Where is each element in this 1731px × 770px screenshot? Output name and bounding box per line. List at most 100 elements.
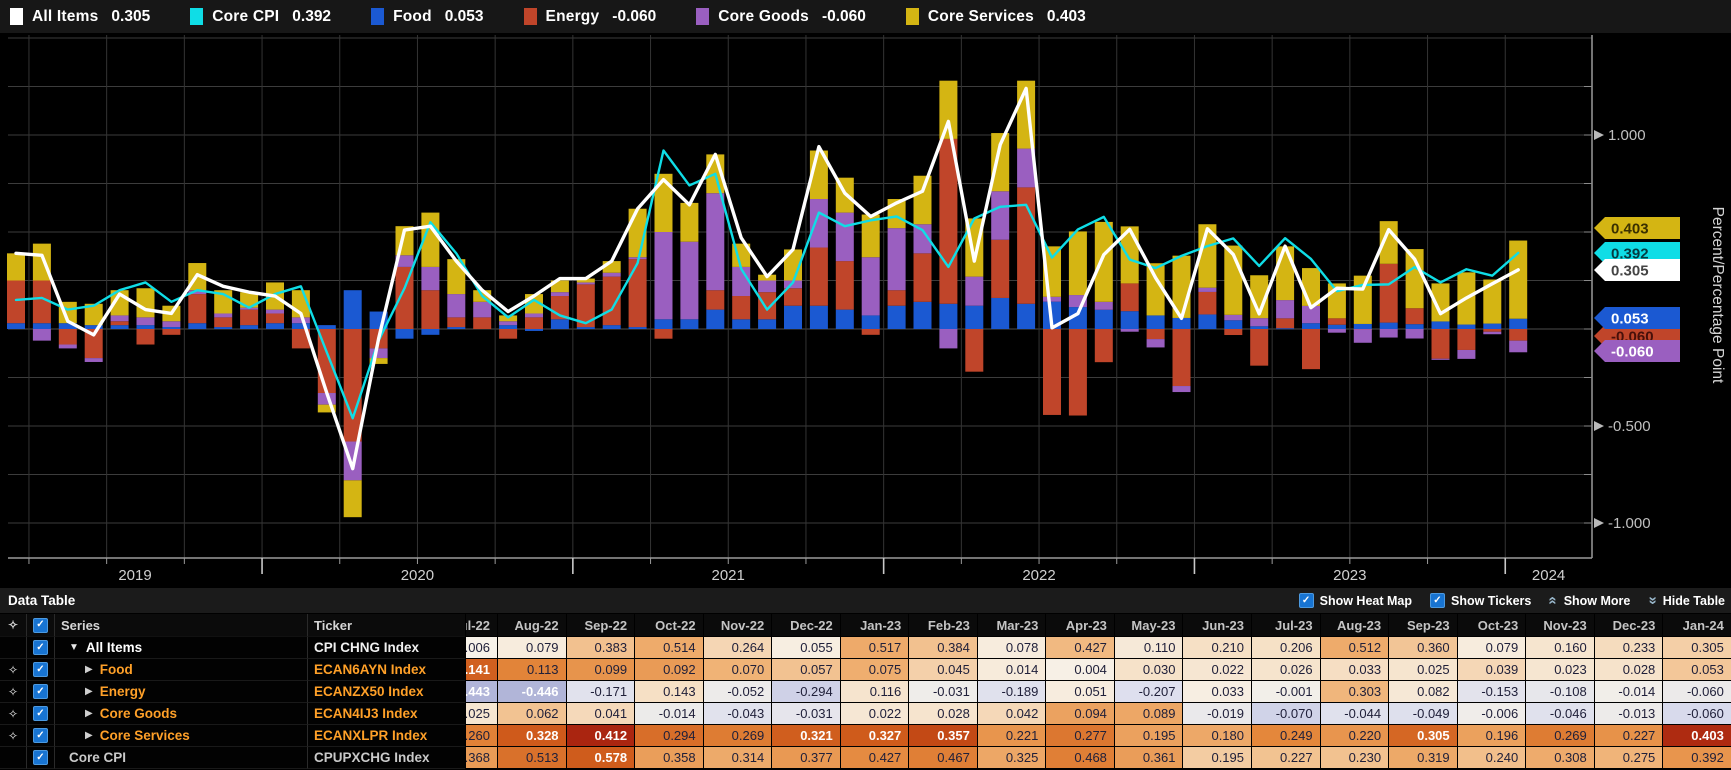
legend-label: Food bbox=[393, 8, 432, 26]
x-axis-year-label: 2019 bbox=[118, 567, 151, 584]
heat-cell-value: 0.025 bbox=[465, 703, 490, 724]
row-visibility-checkbox[interactable]: ✓ bbox=[33, 706, 48, 721]
series-cell-core-goods[interactable]: ▶Core Goods bbox=[54, 703, 307, 725]
month-column-header[interactable]: Dec-23 bbox=[1594, 614, 1663, 637]
month-column-header[interactable]: Mar-23 bbox=[977, 614, 1046, 637]
data-table-title: Data Table bbox=[8, 593, 75, 608]
collapsed-arrow-icon[interactable]: ▶ bbox=[85, 708, 93, 719]
heat-cell-value: 0.075 bbox=[869, 659, 902, 680]
heat-cell-value: 0.110 bbox=[1144, 637, 1176, 658]
heat-cell: 0.089 bbox=[1114, 703, 1183, 725]
bar-segment-core-goods bbox=[473, 302, 491, 318]
month-column-header[interactable]: Oct-22 bbox=[634, 614, 703, 637]
legend-label: Energy bbox=[546, 8, 600, 26]
month-column-header-label: Jul-23 bbox=[1275, 614, 1313, 636]
bar-segment-core-services bbox=[344, 480, 362, 517]
heat-cell-value: 0.014 bbox=[1006, 659, 1039, 680]
month-column-header[interactable]: Sep-23 bbox=[1388, 614, 1457, 637]
legend-item-energy[interactable]: Energy-0.060 bbox=[524, 8, 657, 26]
heat-cell-value: 0.221 bbox=[1006, 725, 1039, 746]
row-visibility-checkbox[interactable]: ✓ bbox=[33, 618, 48, 633]
heat-cell-value: 0.294 bbox=[663, 725, 696, 746]
month-column-header[interactable]: Nov-23 bbox=[1525, 614, 1594, 637]
ticker-cell: CPI CHNG Index bbox=[307, 637, 465, 659]
month-column-header[interactable]: Oct-23 bbox=[1457, 614, 1526, 637]
heat-cell: -0.070 bbox=[1251, 703, 1320, 725]
heat-cell-value: -0.043 bbox=[727, 703, 764, 724]
month-column-header-label: Mar-23 bbox=[996, 614, 1038, 636]
series-cell-all-items[interactable]: ▼All Items bbox=[54, 637, 307, 659]
bar-segment-energy bbox=[1276, 318, 1294, 328]
drag-handle-diamond-icon[interactable]: ✧ bbox=[0, 659, 26, 681]
legend-item-core_cpi[interactable]: Core CPI0.392 bbox=[190, 8, 331, 26]
collapsed-arrow-icon[interactable]: ▶ bbox=[85, 730, 93, 741]
month-column-header[interactable]: Jul-22 bbox=[465, 614, 497, 637]
heat-cell-value: -0.014 bbox=[659, 703, 696, 724]
month-column-header[interactable]: Jun-23 bbox=[1182, 614, 1251, 637]
bar-segment-food bbox=[1328, 325, 1346, 329]
series-cell-energy[interactable]: ▶Energy bbox=[54, 681, 307, 703]
month-column-header[interactable]: Aug-23 bbox=[1320, 614, 1389, 637]
month-column-header[interactable]: Nov-22 bbox=[703, 614, 772, 637]
month-column-header[interactable]: Sep-22 bbox=[566, 614, 635, 637]
expand-arrow-icon[interactable]: ▼ bbox=[69, 642, 79, 653]
ticker-name: ECAN4IJ3 Index bbox=[308, 706, 418, 721]
heat-cell: 0.467 bbox=[908, 747, 977, 769]
drag-handle-diamond-icon[interactable]: ✧ bbox=[0, 681, 26, 703]
bar-segment-energy bbox=[525, 317, 543, 329]
bar-segment-energy bbox=[1147, 329, 1165, 339]
bar-segment-energy bbox=[240, 310, 258, 326]
heat-cell: -0.443 bbox=[465, 681, 497, 703]
bar-segment-energy bbox=[1483, 329, 1501, 332]
bar-segment-food bbox=[1509, 319, 1527, 329]
heat-cell-value: 0.079 bbox=[526, 637, 559, 658]
heat-cell: 0.039 bbox=[1457, 659, 1526, 681]
series-cell-core-cpi[interactable]: Core CPI bbox=[54, 747, 307, 769]
heat-cell-value: -0.019 bbox=[1207, 703, 1244, 724]
chart-canvas: 2019202020212022202320241.000-0.500-1.00… bbox=[0, 33, 1731, 588]
month-column-header[interactable]: Apr-23 bbox=[1045, 614, 1114, 637]
row-visibility-checkbox[interactable]: ✓ bbox=[33, 640, 48, 655]
legend-item-food[interactable]: Food0.053 bbox=[371, 8, 483, 26]
heat-cell-value: 0.233 bbox=[1623, 637, 1656, 658]
month-column-header[interactable]: Aug-22 bbox=[497, 614, 566, 637]
legend-item-core_services[interactable]: Core Services0.403 bbox=[906, 8, 1086, 26]
row-visibility-checkbox[interactable]: ✓ bbox=[33, 750, 48, 765]
heat-cell: -0.060 bbox=[1662, 681, 1731, 703]
month-column-header[interactable]: Dec-22 bbox=[771, 614, 840, 637]
heat-cell-value: -0.189 bbox=[1002, 681, 1039, 702]
chart-legend: All Items0.305 Core CPI0.392 Food0.053 Ener… bbox=[0, 0, 1731, 33]
show-more-control[interactable]: «Show More bbox=[1549, 593, 1630, 608]
legend-item-all_items[interactable]: All Items0.305 bbox=[10, 8, 150, 26]
row-visibility-checkbox[interactable]: ✓ bbox=[33, 684, 48, 699]
month-column-header[interactable]: Jan-24 bbox=[1662, 614, 1731, 637]
series-cell-food[interactable]: ▶Food bbox=[54, 659, 307, 681]
drag-handle-diamond-icon[interactable]: ✧ bbox=[0, 614, 26, 637]
ticker-column-header[interactable]: Ticker bbox=[307, 614, 465, 637]
legend-item-core_goods[interactable]: Core Goods-0.060 bbox=[696, 8, 866, 26]
row-visibility-checkbox[interactable]: ✓ bbox=[33, 728, 48, 743]
heat-cell-value: 0.392 bbox=[1691, 747, 1724, 768]
bar-segment-core-goods bbox=[991, 191, 1009, 240]
y-axis-tick-label: -1.000 bbox=[1608, 515, 1651, 532]
bar-segment-energy bbox=[1302, 329, 1320, 369]
month-column-header[interactable]: Jan-23 bbox=[840, 614, 909, 637]
bar-segment-food bbox=[706, 310, 724, 329]
bar-segment-core-goods bbox=[551, 292, 569, 296]
collapsed-arrow-icon[interactable]: ▶ bbox=[85, 664, 93, 675]
collapsed-arrow-icon[interactable]: ▶ bbox=[85, 686, 93, 697]
bar-segment-energy bbox=[137, 329, 155, 345]
series-cell-core-services[interactable]: ▶Core Services bbox=[54, 725, 307, 747]
row-visibility-checkbox[interactable]: ✓ bbox=[33, 662, 48, 677]
series-column-header[interactable]: Series bbox=[54, 614, 307, 637]
heat-cell-value: 0.357 bbox=[937, 725, 970, 746]
show-heat-map-control[interactable]: ✓Show Heat Map bbox=[1299, 593, 1412, 608]
show-tickers-control[interactable]: ✓Show Tickers bbox=[1430, 593, 1531, 608]
drag-handle-diamond-icon[interactable]: ✧ bbox=[0, 725, 26, 747]
drag-handle-diamond-icon[interactable]: ✧ bbox=[0, 703, 26, 725]
month-column-header[interactable]: May-23 bbox=[1114, 614, 1183, 637]
month-column-header[interactable]: Feb-23 bbox=[908, 614, 977, 637]
heat-cell-value: 0.468 bbox=[1074, 747, 1107, 768]
month-column-header[interactable]: Jul-23 bbox=[1251, 614, 1320, 637]
hide-table-control[interactable]: «Hide Table bbox=[1648, 593, 1725, 608]
